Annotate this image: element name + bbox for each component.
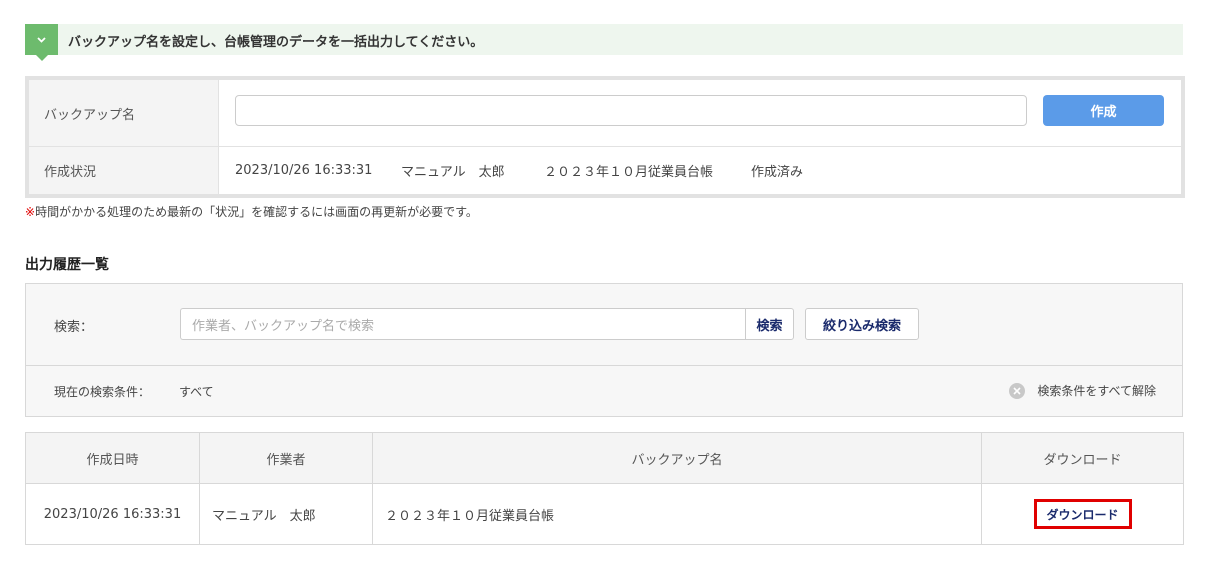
status-state: 作成済み [751, 165, 804, 180]
header-backup-name: バックアップ名 [372, 432, 982, 484]
status-backup-name: ２０２３年１０月従業員台帳 [544, 165, 714, 180]
history-title: 出力履歴一覧 [25, 257, 109, 273]
history-table: 作成日時 作業者 バックアップ名 ダウンロード 2023/10/26 16:33… [25, 432, 1184, 545]
backup-name-input[interactable] [235, 95, 1027, 126]
clear-conditions-button[interactable]: 検索条件をすべて解除 [1009, 382, 1156, 399]
condition-value: すべて [179, 385, 214, 399]
create-button[interactable]: 作成 [1043, 95, 1164, 126]
search-panel: 検索： 作業者、バックアップ名で検索 検索 絞り込み検索 現在の検索条件： すべ… [25, 283, 1183, 417]
status-datetime: 2023/10/26 16:33:31 [235, 163, 373, 178]
banner-text: バックアップ名を設定し、台帳管理のデータを一括出力してください。 [68, 35, 484, 50]
search-row: 検索： 作業者、バックアップ名で検索 検索 絞り込み検索 [26, 284, 1182, 366]
table-row: 2023/10/26 16:33:31 マニュアル 太郎 ２０２３年１０月従業員… [25, 483, 1184, 545]
cell-download: ダウンロード [981, 483, 1184, 545]
condition-label: 現在の検索条件： [54, 385, 151, 399]
filter-search-button[interactable]: 絞り込み検索 [805, 308, 919, 340]
clear-icon[interactable] [1009, 382, 1026, 399]
header-datetime: 作成日時 [25, 432, 200, 484]
table-header-row: 作成日時 作業者 バックアップ名 ダウンロード [25, 432, 1184, 484]
cell-datetime: 2023/10/26 16:33:31 [25, 483, 200, 545]
cell-user: マニュアル 太郎 [199, 483, 373, 545]
search-button[interactable]: 検索 [745, 308, 794, 340]
search-label: 検索： [54, 320, 94, 335]
clear-conditions-label[interactable]: 検索条件をすべて解除 [1037, 382, 1156, 399]
status-row: 作成状況 2023/10/26 16:33:31 マニュアル 太郎 ２０２３年１… [29, 147, 1181, 194]
backup-name-label: バックアップ名 [29, 80, 219, 146]
refresh-note: ※時間がかかる処理のため最新の「状況」を確認するには画面の再更新が必要です。 [25, 203, 478, 220]
backup-name-row: バックアップ名 作成 [29, 80, 1181, 147]
header-download: ダウンロード [981, 432, 1184, 484]
status-label: 作成状況 [29, 147, 219, 194]
cell-backup-name: ２０２３年１０月従業員台帳 [372, 483, 982, 545]
note-mark: ※ [25, 205, 36, 219]
info-banner: バックアップ名を設定し、台帳管理のデータを一括出力してください。 [25, 24, 1183, 61]
search-input[interactable]: 作業者、バックアップ名で検索 [180, 308, 745, 340]
chevron-down-icon [25, 24, 58, 61]
status-user: マニュアル 太郎 [401, 165, 505, 180]
backup-form: バックアップ名 作成 作成状況 2023/10/26 16:33:31 マニュア… [25, 76, 1185, 198]
note-text: 時間がかかる処理のため最新の「状況」を確認するには画面の再更新が必要です。 [35, 205, 478, 219]
header-user: 作業者 [199, 432, 373, 484]
download-button[interactable]: ダウンロード [1033, 499, 1132, 529]
